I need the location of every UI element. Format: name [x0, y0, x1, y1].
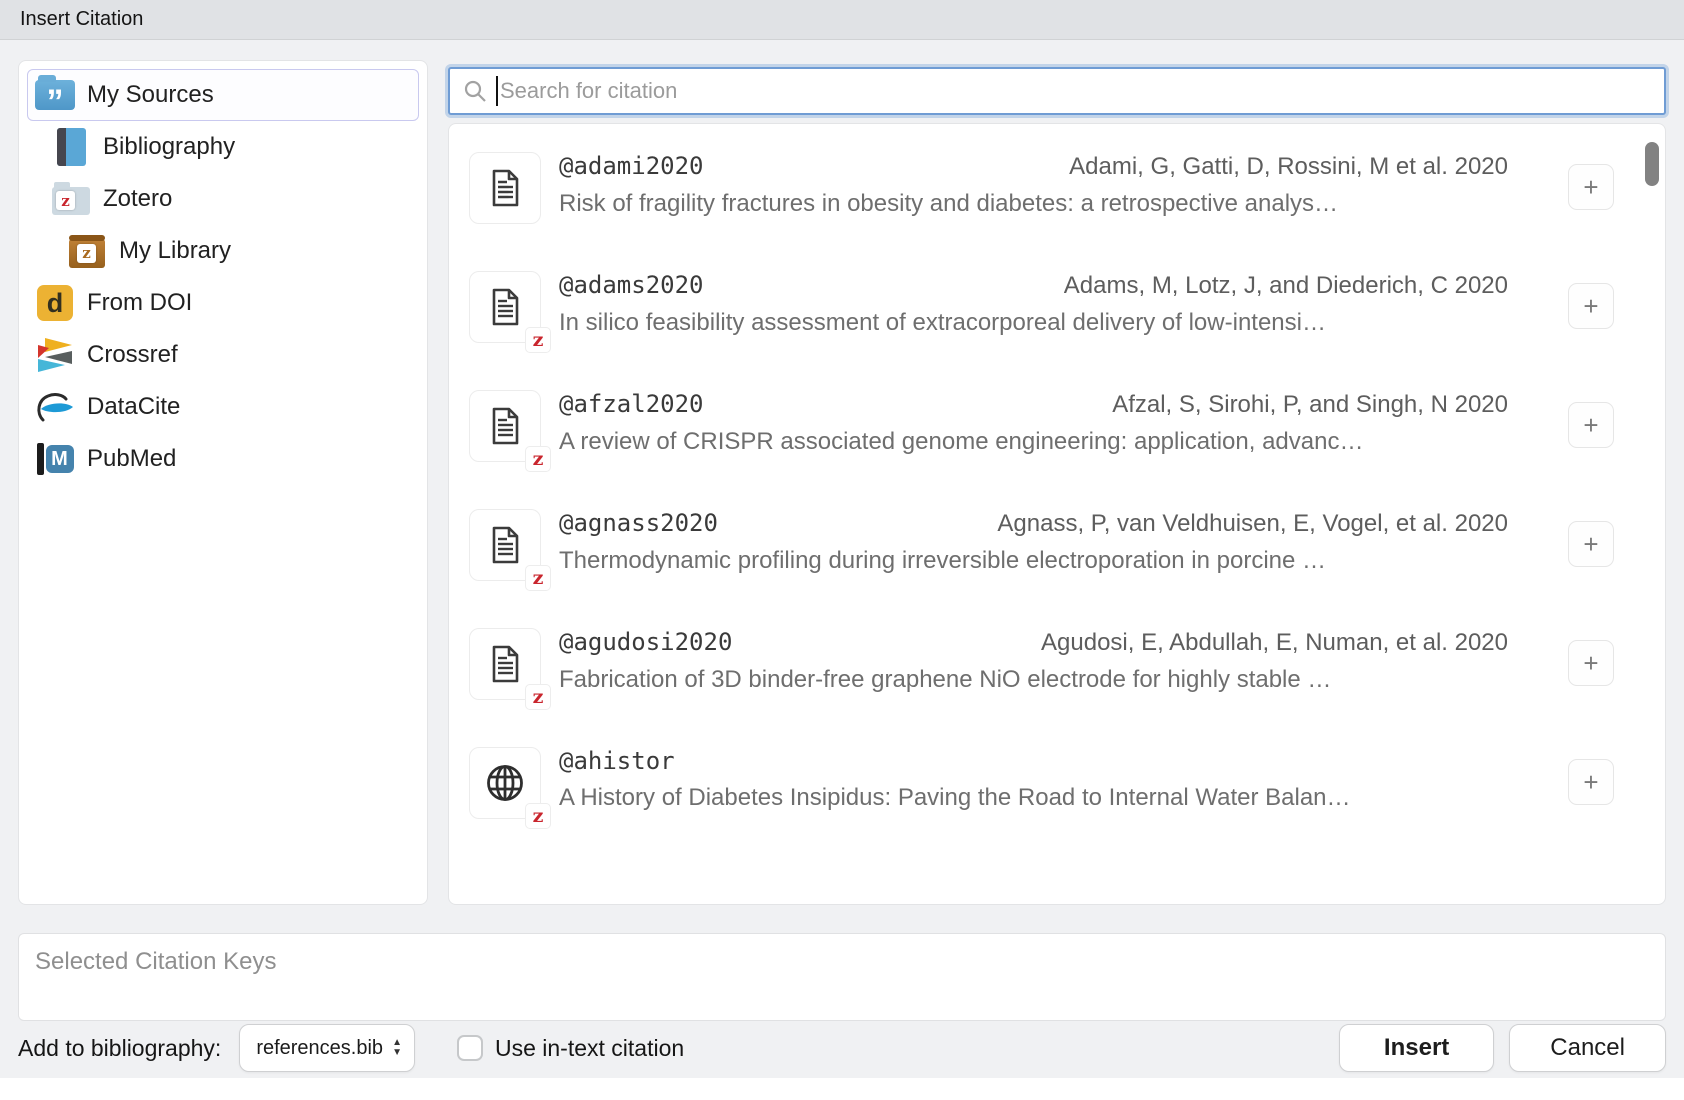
document-icon [483, 523, 527, 567]
citation-icon-box: z [469, 509, 541, 581]
citation-rows: @adami2020 Adami, G, Gatti, D, Rossini, M… [469, 152, 1665, 819]
citation-text: @agnass2020 Agnass, P, van Veldhuisen, E,… [559, 509, 1508, 575]
zotero-library-icon: z [67, 231, 107, 271]
sidebar-item-label: From DOI [87, 289, 192, 317]
sidebar-item-label: Crossref [87, 341, 178, 369]
cancel-button[interactable]: Cancel [1509, 1024, 1666, 1072]
citation-authors: Afzal, S, Sirohi, P, and Singh, N 2020 [1112, 391, 1508, 419]
citation-text: @adami2020 Adami, G, Gatti, D, Rossini, M… [559, 152, 1508, 218]
dialog-title: Insert Citation [20, 8, 143, 31]
zotero-badge: z [525, 446, 551, 472]
scrollbar-thumb[interactable] [1645, 142, 1659, 186]
sidebar-item-my-sources[interactable]: ” My Sources [27, 69, 419, 121]
globe-icon [482, 760, 528, 806]
citation-authors: Adami, G, Gatti, D, Rossini, M et al. 20… [1069, 153, 1508, 181]
citation-text: @agudosi2020 Agudosi, E, Abdullah, E, Num… [559, 628, 1508, 694]
sidebar-item-label: PubMed [87, 445, 176, 473]
citation-authors: Adams, M, Lotz, J, and Diederich, C 2020 [1064, 272, 1508, 300]
zotero-badge: z [525, 565, 551, 591]
citation-authors: Agnass, P, van Veldhuisen, E, Vogel, et … [997, 510, 1508, 538]
citation-icon-box: z [469, 390, 541, 462]
updown-arrows-icon: ▲▼ [392, 1038, 402, 1058]
pubmed-icon: M [35, 439, 75, 479]
sidebar-item-from-doi[interactable]: d From DOI [27, 277, 419, 329]
zotero-badge: z [525, 327, 551, 353]
citation-row[interactable]: z @afzal2020 Afzal, S, Sirohi, P, and Sing… [469, 390, 1665, 462]
citation-icon-box: z [469, 271, 541, 343]
search-icon [462, 78, 488, 104]
citation-icon-box [469, 152, 541, 224]
citation-text: @adams2020 Adams, M, Lotz, J, and Diederi… [559, 271, 1508, 337]
citation-title: Risk of fragility fractures in obesity a… [559, 190, 1508, 218]
sidebar-item-crossref[interactable]: Crossref [27, 329, 419, 381]
citation-key: @adams2020 [559, 271, 704, 299]
datacite-icon [35, 387, 75, 427]
search-input[interactable] [498, 78, 1664, 104]
sidebar-item-label: DataCite [87, 393, 180, 421]
citation-row[interactable]: z @agudosi2020 Agudosi, E, Abdullah, E, Nu… [469, 628, 1665, 700]
use-in-text-citation-checkbox[interactable] [457, 1035, 483, 1061]
document-icon [483, 285, 527, 329]
bottom-strip [0, 1078, 1684, 1100]
citation-key: @ahistor [559, 747, 675, 775]
citation-authors: Agudosi, E, Abdullah, E, Numan, et al. 2… [1041, 629, 1508, 657]
citation-row[interactable]: z @ahistor A History of Diabetes Insipidus… [469, 747, 1665, 819]
citation-list: @adami2020 Adami, G, Gatti, D, Rossini, M… [448, 123, 1666, 905]
sidebar-item-my-library[interactable]: z My Library [27, 225, 419, 277]
sidebar-item-zotero[interactable]: z Zotero [27, 173, 419, 225]
citation-text: @ahistor A History of Diabetes Insipidus:… [559, 747, 1508, 812]
sidebar-item-pubmed[interactable]: M PubMed [27, 433, 419, 485]
citation-title: A History of Diabetes Insipidus: Paving … [559, 784, 1508, 812]
bibliography-file-select[interactable]: references.bib ▲▼ [239, 1024, 415, 1072]
add-citation-button[interactable]: + [1568, 759, 1614, 805]
add-citation-button[interactable]: + [1568, 283, 1614, 329]
citation-key: @agnass2020 [559, 509, 718, 537]
add-to-bibliography-label: Add to bibliography: [18, 1035, 221, 1062]
book-icon [51, 127, 91, 167]
sidebar-item-label: Bibliography [103, 133, 235, 161]
document-icon [483, 404, 527, 448]
insert-button[interactable]: Insert [1339, 1024, 1494, 1072]
citation-row[interactable]: @adami2020 Adami, G, Gatti, D, Rossini, M… [469, 152, 1665, 224]
citation-title: In silico feasibility assessment of extr… [559, 309, 1508, 337]
bibliography-file-value: references.bib [256, 1037, 383, 1060]
zotero-badge: z [525, 684, 551, 710]
sidebar-item-label: My Library [119, 237, 231, 265]
search-citation-box[interactable] [448, 67, 1666, 115]
document-icon [483, 642, 527, 686]
add-citation-button[interactable]: + [1568, 402, 1614, 448]
citation-text: @afzal2020 Afzal, S, Sirohi, P, and Singh… [559, 390, 1508, 456]
sidebar-item-label: My Sources [87, 81, 214, 109]
add-citation-button[interactable]: + [1568, 640, 1614, 686]
sidebar-item-bibliography[interactable]: Bibliography [27, 121, 419, 173]
sources-sidebar: ”My SourcesBibliographyzZoterozMy Librar… [18, 60, 428, 905]
zotero-badge: z [525, 803, 551, 829]
citation-title: Fabrication of 3D binder-free graphene N… [559, 666, 1508, 694]
footer-bar: Add to bibliography: references.bib ▲▼ U… [18, 1022, 1666, 1074]
citation-title: Thermodynamic profiling during irreversi… [559, 547, 1508, 575]
citation-row[interactable]: z @adams2020 Adams, M, Lotz, J, and Dieder… [469, 271, 1665, 343]
citation-key: @agudosi2020 [559, 628, 732, 656]
citation-icon-box: z [469, 747, 541, 819]
citation-key: @afzal2020 [559, 390, 704, 418]
selected-citation-keys-input[interactable] [18, 933, 1666, 1021]
add-citation-button[interactable]: + [1568, 521, 1614, 567]
doi-icon: d [35, 283, 75, 323]
sidebar-item-label: Zotero [103, 185, 172, 213]
dialog-titlebar: Insert Citation [0, 0, 1684, 40]
document-icon [483, 166, 527, 210]
zotero-folder-icon: z [51, 179, 91, 219]
use-in-text-citation-label: Use in-text citation [495, 1035, 684, 1062]
sidebar-item-datacite[interactable]: DataCite [27, 381, 419, 433]
citation-icon-box: z [469, 628, 541, 700]
quotes-folder-icon: ” [35, 75, 75, 115]
add-citation-button[interactable]: + [1568, 164, 1614, 210]
citation-title: A review of CRISPR associated genome eng… [559, 428, 1508, 456]
citation-key: @adami2020 [559, 152, 704, 180]
citation-row[interactable]: z @agnass2020 Agnass, P, van Veldhuisen, E… [469, 509, 1665, 581]
crossref-icon [35, 335, 75, 375]
